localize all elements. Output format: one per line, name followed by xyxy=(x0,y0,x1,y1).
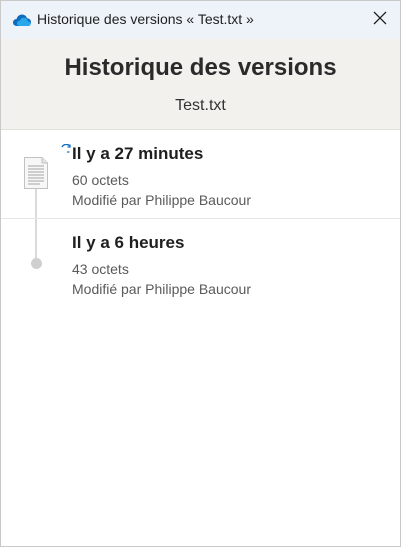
version-item[interactable]: Il y a 6 heures 43 octets Modifié par Ph… xyxy=(1,219,400,307)
version-author: Modifié par Philippe Baucour xyxy=(72,281,251,297)
close-button[interactable] xyxy=(365,5,395,35)
onedrive-cloud-icon xyxy=(12,13,32,27)
version-time: Il y a 27 minutes xyxy=(72,144,204,163)
version-size: 60 octets xyxy=(72,172,129,188)
version-author: Modifié par Philippe Baucour xyxy=(72,192,251,208)
version-item[interactable]: Il y a 27 minutes 60 octets Modifié par … xyxy=(1,130,400,218)
page-title: Historique des versions xyxy=(64,54,337,81)
title-bar: Historique des versions « Test.txt » xyxy=(1,1,400,39)
close-icon xyxy=(373,11,387,30)
file-name: Test.txt xyxy=(175,97,226,114)
window-title: Historique des versions « Test.txt » xyxy=(37,11,254,27)
version-time: Il y a 6 heures xyxy=(72,233,185,252)
version-history-window: Historique des versions « Test.txt » His… xyxy=(0,0,401,547)
version-size: 43 octets xyxy=(72,261,129,277)
header: Historique des versions Test.txt xyxy=(1,39,400,130)
